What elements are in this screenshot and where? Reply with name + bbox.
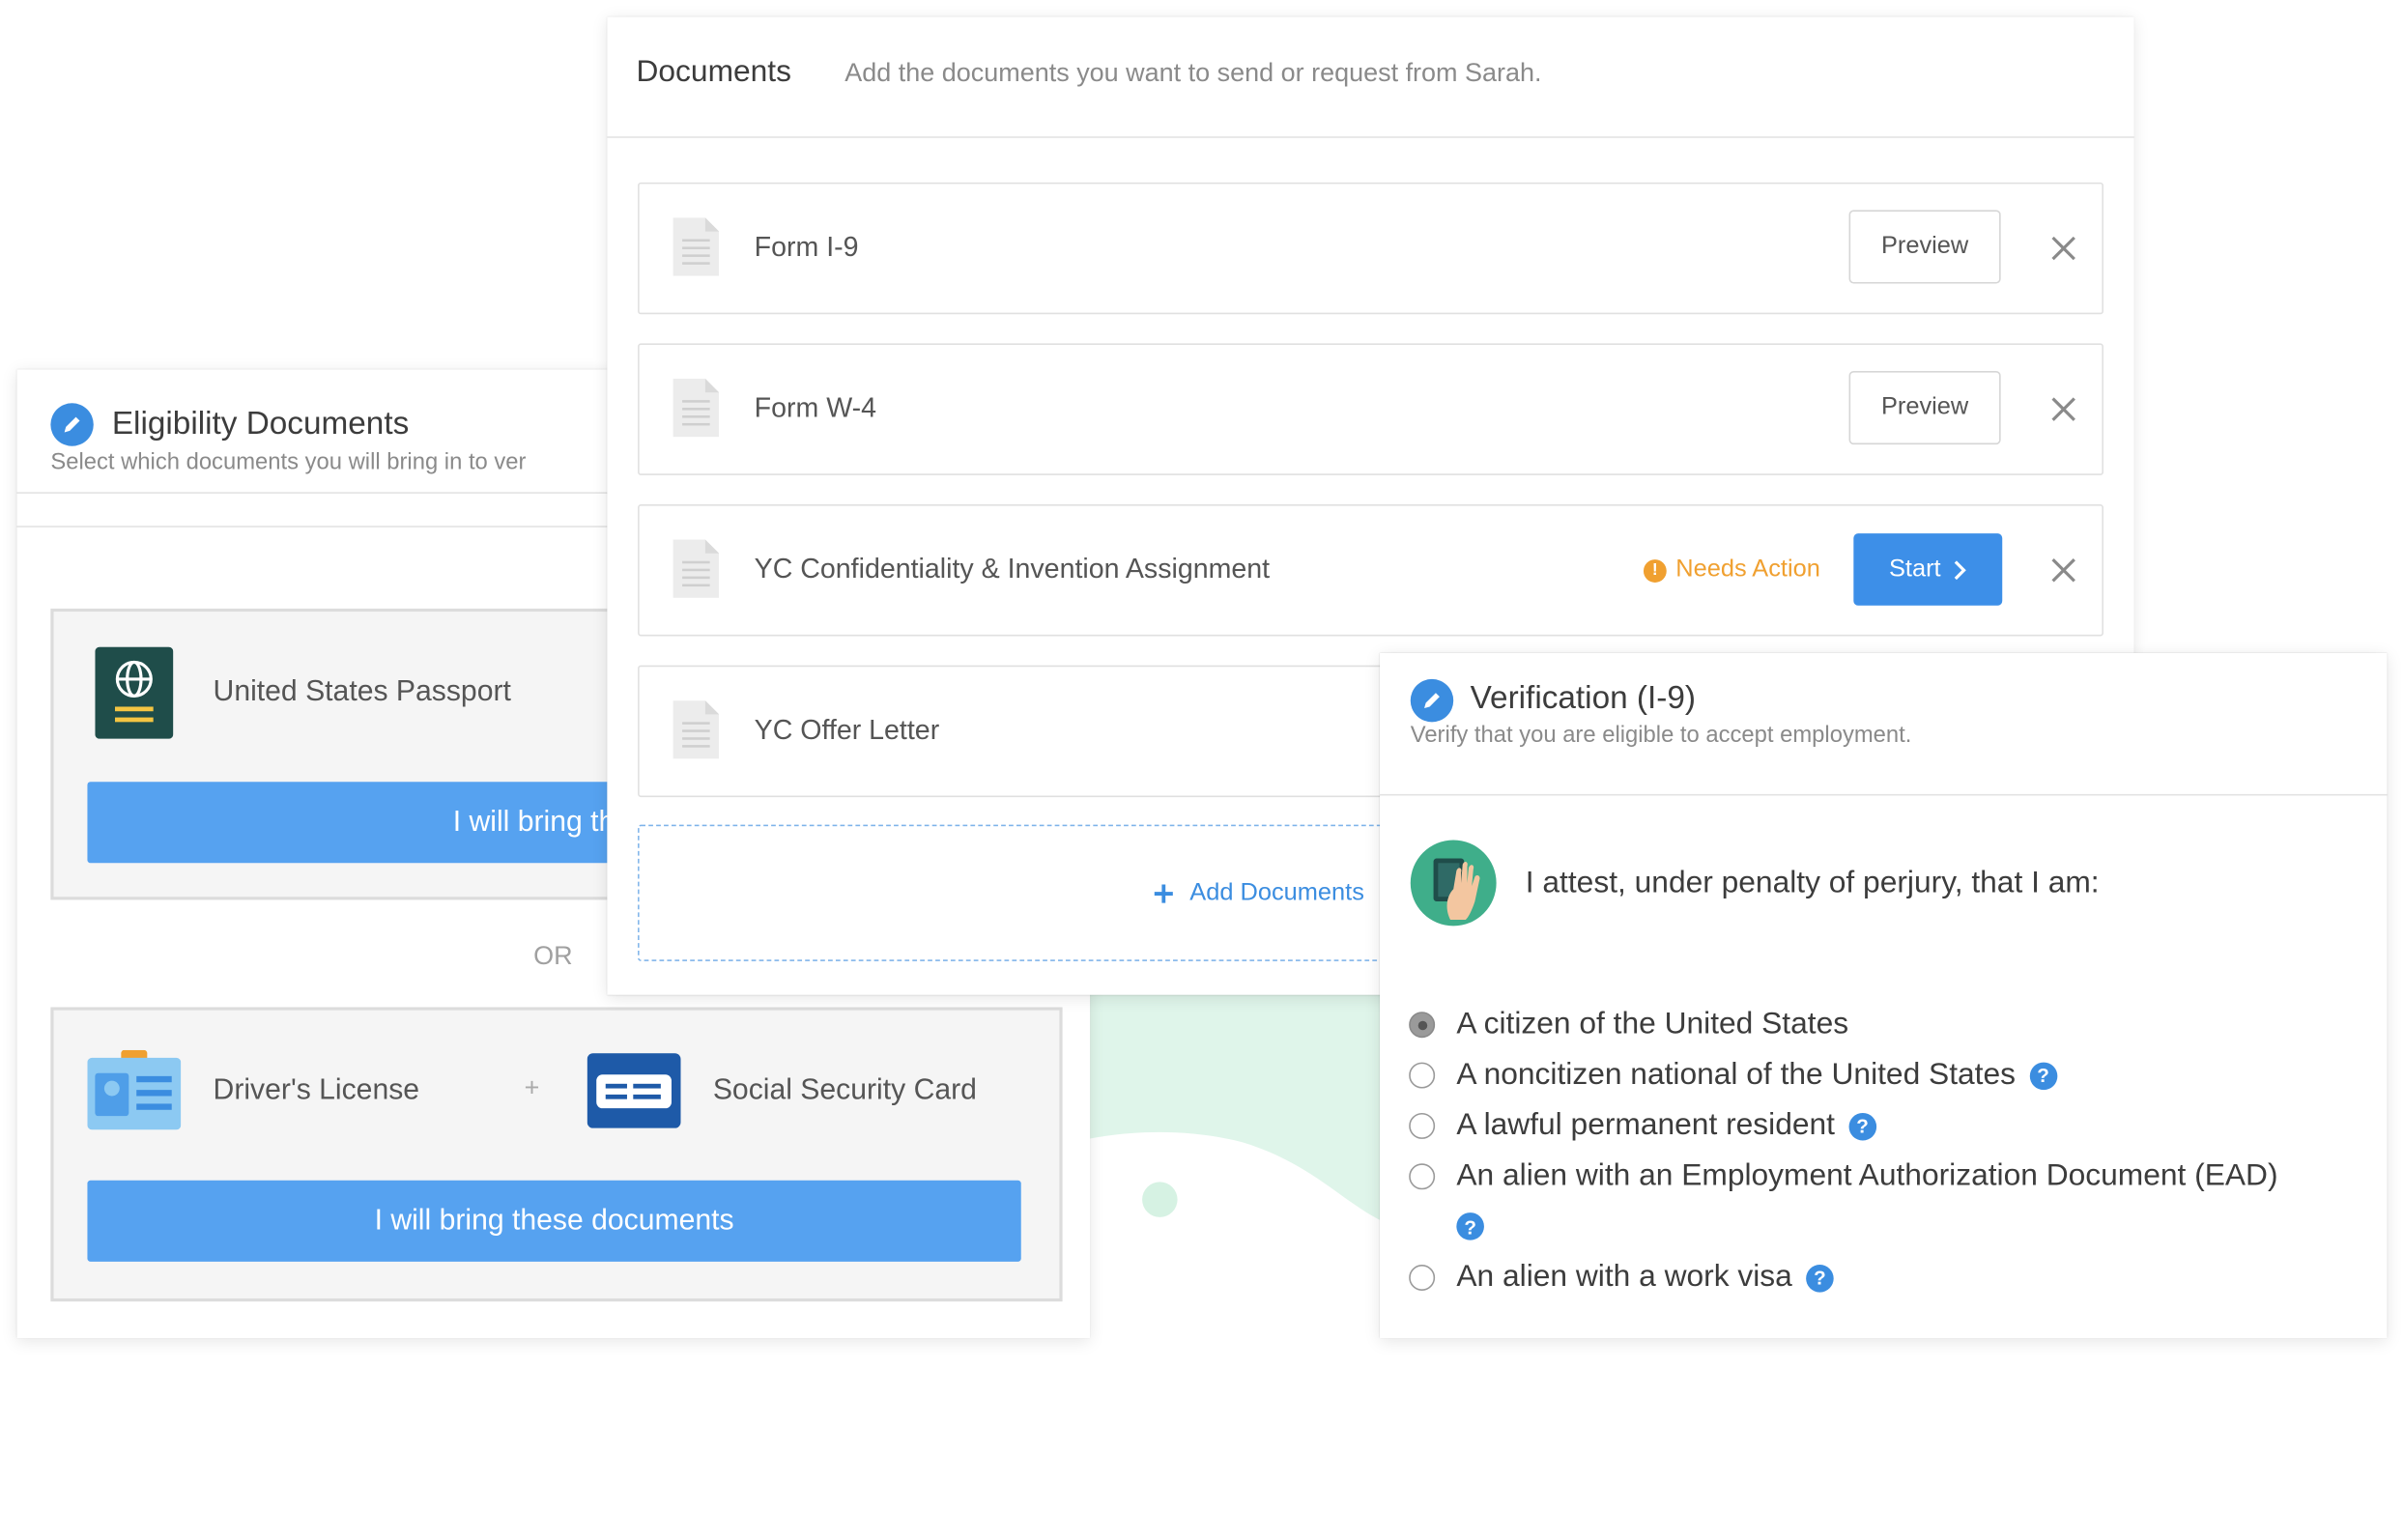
option-label: A noncitizen national of the United Stat… [1456, 1057, 2017, 1092]
document-name[interactable]: YC Offer Letter [755, 714, 940, 746]
option-citizen[interactable]: A citizen of the United States [1409, 1007, 1848, 1041]
document-name[interactable]: Form I-9 [755, 232, 859, 264]
eligibility-subtitle: Select which documents you will bring in… [50, 448, 527, 475]
option-label: An alien with an Employment Authorizatio… [1456, 1158, 2278, 1193]
add-documents-link[interactable]: Add Documents [1153, 880, 1364, 908]
scene: Eligibility Documents Select which docum… [0, 0, 2404, 1536]
help-icon[interactable]: ? [1806, 1264, 1834, 1292]
help-icon[interactable]: ? [1456, 1212, 1484, 1241]
passport-label: United States Passport [213, 675, 511, 709]
add-documents-label: Add Documents [1189, 879, 1364, 906]
drivers-license-label: Driver's License [213, 1074, 420, 1107]
close-icon[interactable] [2048, 555, 2079, 585]
documents-title: Documents [636, 55, 791, 90]
needs-action-status: ! Needs Action [1643, 556, 1820, 585]
document-row-confidentiality: YC Confidentiality & Invention Assignmen… [638, 504, 2104, 637]
preview-button[interactable]: Preview [1848, 370, 2001, 445]
plus-icon [1154, 884, 1173, 903]
verification-subtitle: Verify that you are eligible to accept e… [1410, 722, 1912, 749]
document-name[interactable]: YC Confidentiality & Invention Assignmen… [755, 554, 1270, 585]
bring-these-documents-button[interactable]: I will bring these documents [87, 1180, 1021, 1262]
document-name[interactable]: Form W-4 [755, 392, 876, 424]
verification-divider [1380, 793, 2388, 796]
edit-pencil-icon[interactable] [50, 403, 94, 446]
verification-title: Verification (I-9) [1470, 680, 1696, 716]
help-icon[interactable]: ? [1848, 1112, 1876, 1140]
option-work-visa[interactable]: An alien with a work visa ? [1409, 1260, 1834, 1295]
option-label: A citizen of the United States [1456, 1007, 1849, 1041]
warning-icon: ! [1643, 558, 1667, 583]
chevron-right-icon [1954, 559, 1966, 580]
file-icon [673, 378, 720, 438]
preview-button[interactable]: Preview [1848, 210, 2001, 284]
social-security-card-icon [587, 1053, 681, 1128]
radio-button[interactable] [1409, 1265, 1436, 1292]
attest-hand-icon [1410, 840, 1497, 927]
edit-pencil-icon[interactable] [1410, 678, 1454, 723]
option-label: An alien with a work visa [1456, 1260, 1792, 1295]
plus-label: + [524, 1072, 540, 1102]
radio-button[interactable] [1409, 1062, 1436, 1089]
option-permanent-resident[interactable]: A lawful permanent resident ? [1409, 1108, 1876, 1143]
document-row-form-i9: Form I-9 Preview [638, 182, 2104, 315]
file-icon [673, 539, 720, 598]
option-label: A lawful permanent resident [1456, 1108, 1835, 1143]
verification-card: Verification (I-9) Verify that you are e… [1380, 652, 2388, 1339]
eligibility-title: Eligibility Documents [111, 406, 410, 442]
background-dot [1142, 1182, 1178, 1217]
start-button-label: Start [1888, 556, 1941, 583]
attest-statement: I attest, under penalty of perjury, that… [1525, 866, 2100, 900]
passport-icon [95, 646, 174, 739]
radio-button[interactable] [1409, 1163, 1436, 1190]
option-noncitizen-national[interactable]: A noncitizen national of the United Stat… [1409, 1058, 2057, 1093]
documents-subtitle: Add the documents you want to send or re… [844, 58, 1542, 88]
social-security-card-label: Social Security Card [712, 1074, 977, 1107]
start-button[interactable]: Start [1853, 533, 2003, 606]
file-icon [673, 700, 720, 759]
close-icon[interactable] [2048, 394, 2079, 425]
radio-button[interactable] [1409, 1012, 1436, 1039]
close-icon[interactable] [2048, 233, 2079, 264]
file-icon [673, 217, 720, 276]
radio-button[interactable] [1409, 1112, 1436, 1139]
help-icon[interactable]: ? [2029, 1061, 2057, 1090]
needs-action-label: Needs Action [1675, 556, 1820, 583]
document-row-form-w4: Form W-4 Preview [638, 343, 2104, 475]
drivers-license-icon [87, 1049, 182, 1130]
background-wave [1073, 981, 1395, 1227]
or-divider-label: OR [533, 941, 573, 971]
option-ead[interactable]: An alien with an Employment Authorizatio… [1409, 1158, 2278, 1194]
documents-divider [607, 136, 2134, 138]
license-and-ssn-option: Driver's License + Social Security Card … [50, 1007, 1063, 1302]
